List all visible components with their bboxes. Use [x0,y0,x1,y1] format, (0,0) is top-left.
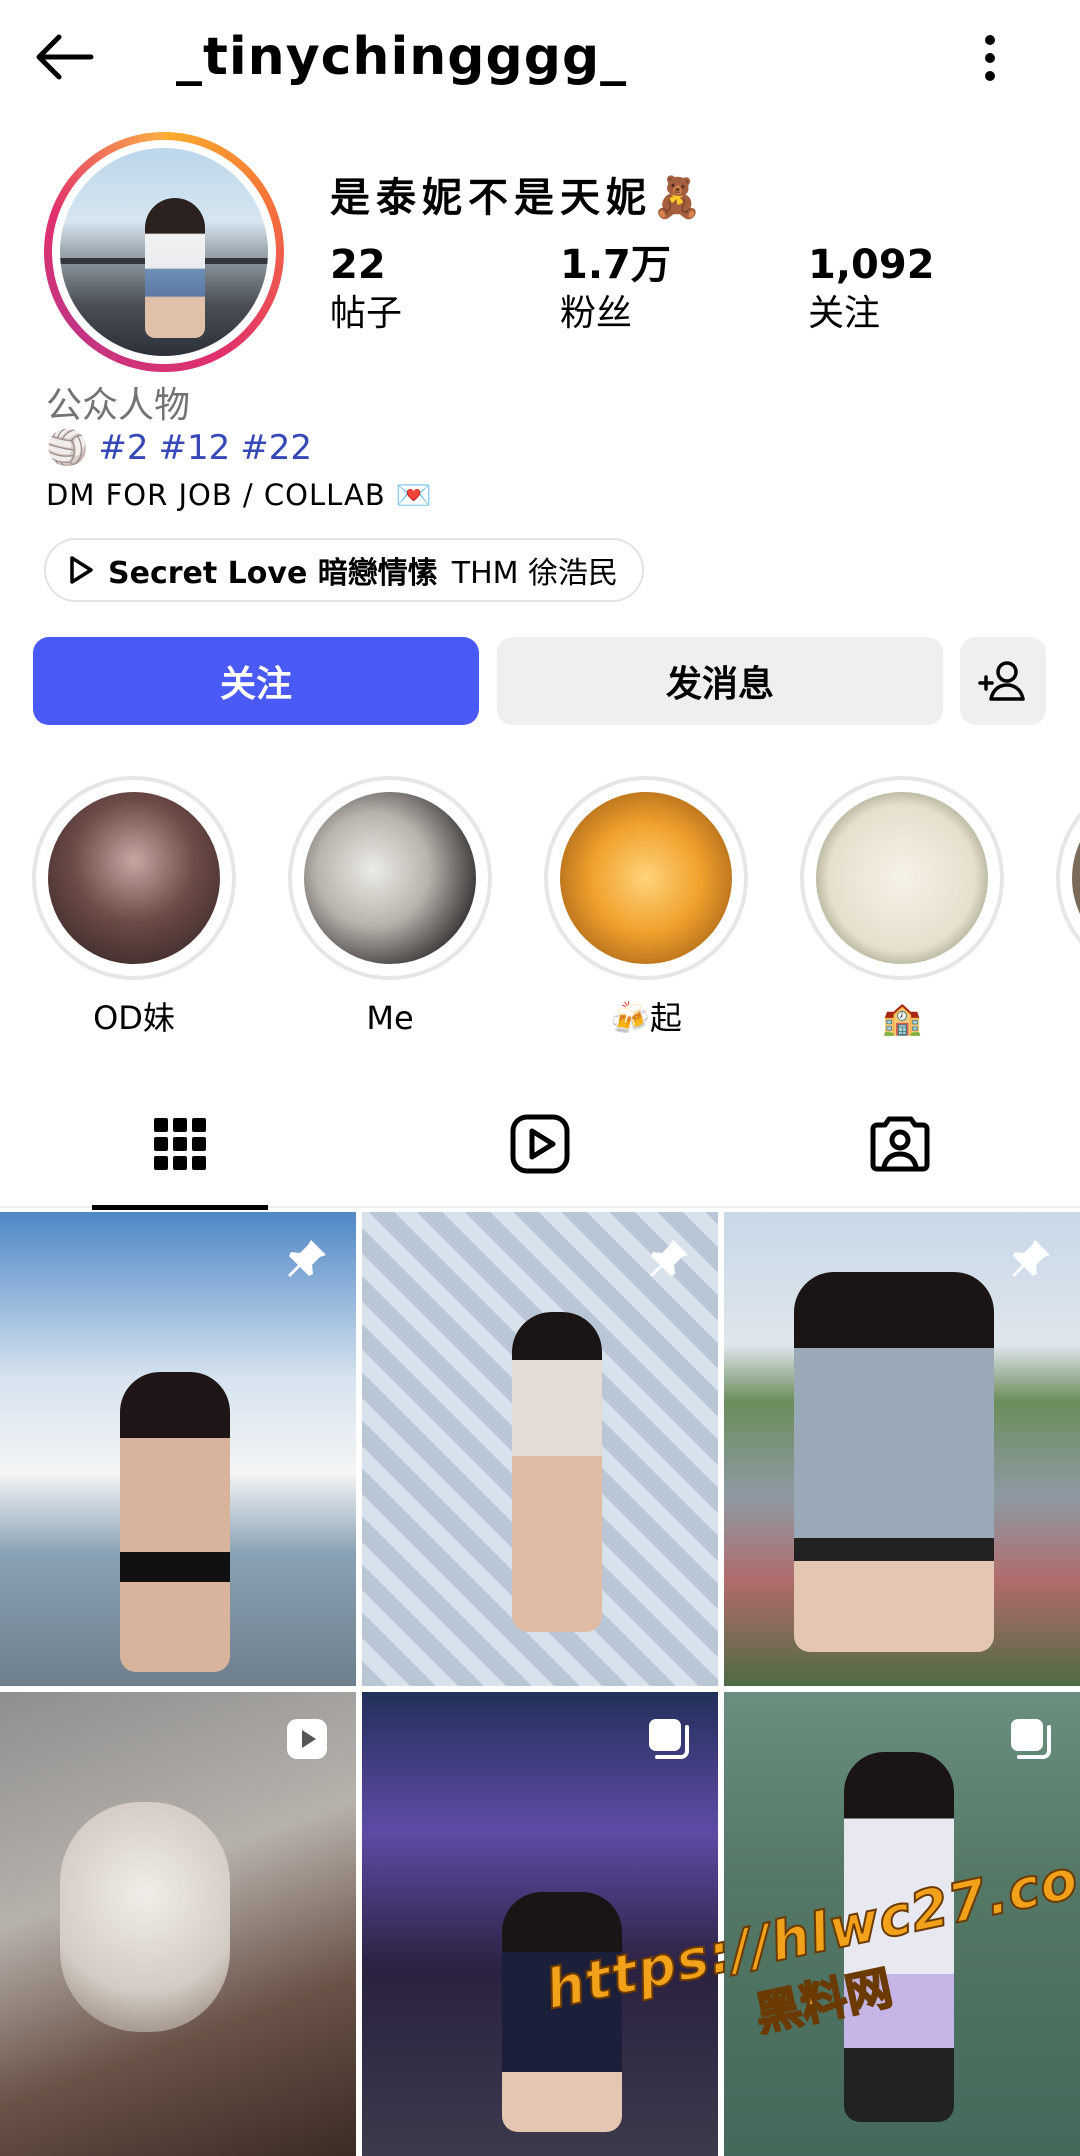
active-tab-indicator [92,1205,268,1210]
post-thumbnail[interactable] [0,1212,356,1686]
highlight-label: Me [366,999,414,1037]
story-avatar[interactable] [44,132,284,372]
add-person-icon [978,661,1025,701]
tab-tagged[interactable] [720,1080,1080,1208]
stat-posts[interactable]: 22 帖子 [330,240,402,338]
hashtag-link[interactable]: #12 [158,428,230,468]
story-highlight[interactable]: Me [288,776,492,1038]
highlight-cover [304,792,476,964]
profile-category: 公众人物 [46,385,191,426]
story-highlight[interactable]: 🏫 [800,776,1004,1038]
story-highlight[interactable]: OD妹 [32,776,236,1038]
top-bar: _tinychingggg_ [0,0,1080,115]
pin-icon [284,1236,330,1282]
stat-followers[interactable]: 1.7万 粉丝 [560,240,671,338]
more-vertical-icon [985,35,995,81]
reel-badge-icon [284,1716,330,1762]
follow-button[interactable]: 关注 [33,637,479,725]
followers-count: 1.7万 [560,242,671,288]
tab-posts-grid[interactable] [0,1080,360,1210]
posts-count: 22 [330,242,386,288]
followers-label: 粉丝 [560,293,633,334]
grid-icon [154,1118,206,1170]
music-song-title: Secret Love 暗戀情愫 [108,556,438,591]
play-icon [70,556,93,584]
carousel-icon [1008,1716,1054,1762]
following-count: 1,092 [808,242,935,288]
post-thumbnail[interactable] [362,1212,718,1686]
highlight-label: 🏫 [882,999,922,1037]
posts-label: 帖子 [330,293,403,334]
highlight-cover [816,792,988,964]
story-highlight[interactable]: 🍻起 [544,776,748,1038]
hashtag-link[interactable]: #2 [98,428,148,468]
profile-username: _tinychingggg_ [176,27,628,87]
back-button[interactable] [28,22,100,92]
highlight-cover [560,792,732,964]
post-thumbnail[interactable] [724,1212,1080,1686]
avatar [60,148,268,356]
reels-icon [510,1114,570,1174]
following-label: 关注 [808,293,881,334]
hashtag-link[interactable]: #22 [240,428,312,468]
profile-music[interactable]: Secret Love 暗戀情愫 THM 徐浩民 [44,538,645,602]
back-arrow-icon [36,34,94,80]
tab-reels[interactable] [360,1080,720,1208]
stat-following[interactable]: 1,092 关注 [808,240,935,338]
bio-line-2: DM FOR JOB / COLLAB 💌 [46,478,434,512]
pin-icon [646,1236,692,1282]
profile-tabs [0,1080,1080,1210]
tagged-icon [870,1116,930,1172]
highlight-label: OD妹 [93,999,175,1037]
bio-line-1: 🏐 #2 #12 #22 [46,428,312,468]
pin-icon [1008,1236,1054,1282]
display-name: 是泰妮不是天妮🧸 [330,175,708,221]
story-highlight-partial[interactable] [1056,776,1080,980]
more-options-button[interactable] [960,24,1020,92]
music-artist: THM 徐浩民 [451,556,619,591]
message-button[interactable]: 发消息 [497,637,943,725]
highlight-cover [48,792,220,964]
carousel-icon [646,1716,692,1762]
volleyball-emoji: 🏐 [46,428,89,468]
suggest-people-button[interactable] [960,637,1046,725]
highlight-label: 🍻起 [610,999,682,1037]
post-thumbnail[interactable] [0,1692,356,2156]
